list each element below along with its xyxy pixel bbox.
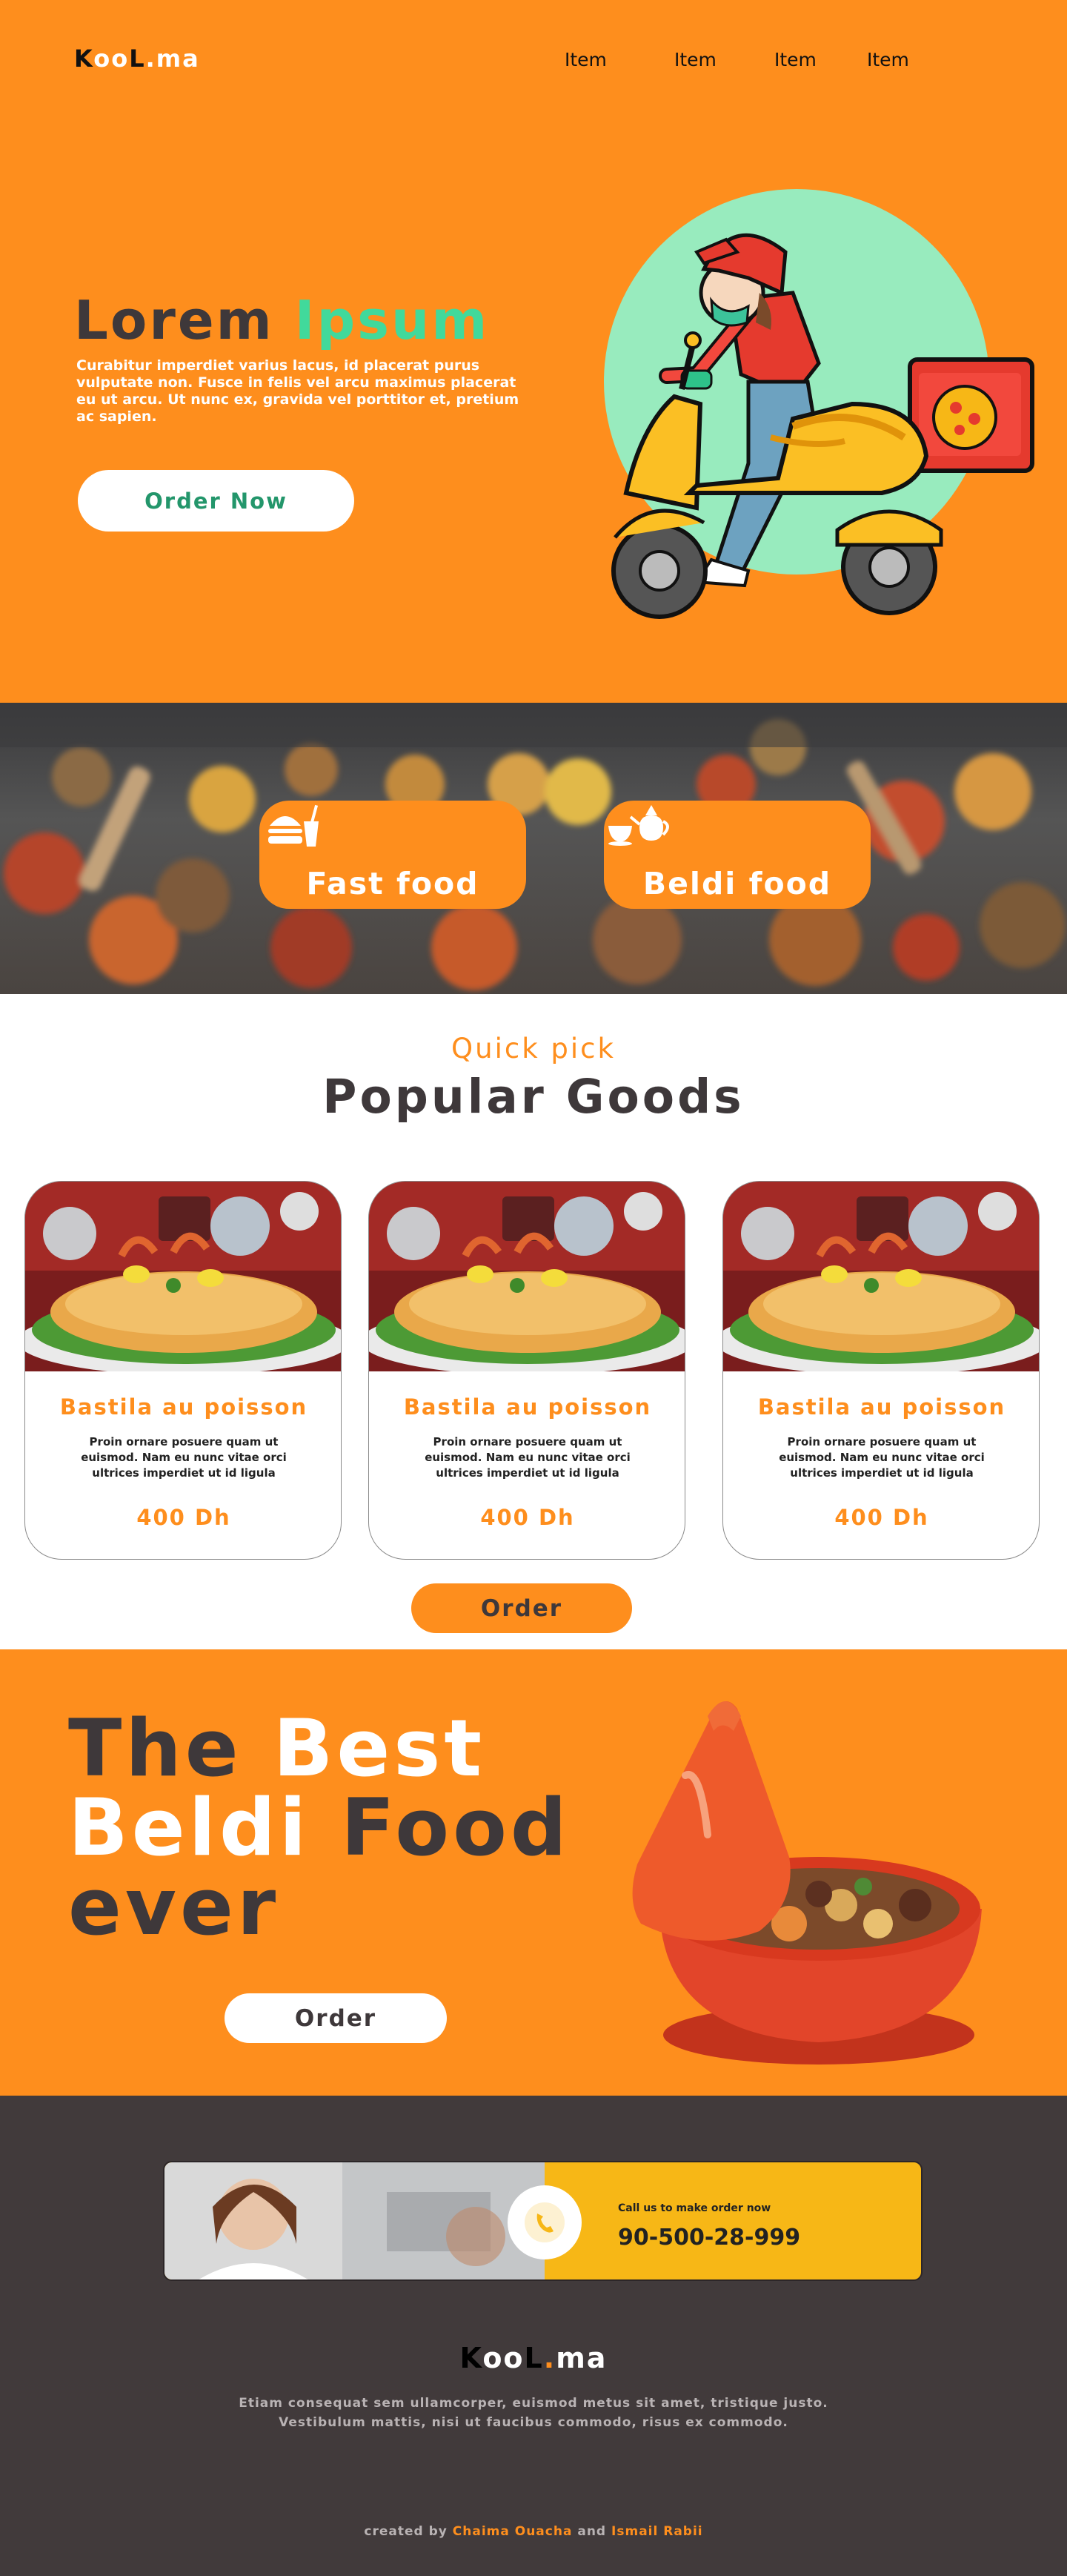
- product-card[interactable]: Bastila au poisson Proin ornare posuere …: [722, 1181, 1040, 1560]
- nav-item-4[interactable]: Item: [867, 49, 909, 70]
- nav-item-1[interactable]: Item: [565, 49, 607, 70]
- bastila-photo: [25, 1182, 341, 1371]
- nav-item-3[interactable]: Item: [774, 49, 817, 70]
- tajine-image: [632, 1701, 982, 2065]
- footer-description: Etiam consequat sem ullamcorper, euismod…: [239, 2396, 828, 2430]
- author-link[interactable]: Chaima Ouacha: [453, 2524, 573, 2539]
- top-nav: Item Item Item Item: [563, 49, 948, 74]
- best-beldi-section: The Best Beldi Food ever Order: [0, 1649, 1067, 2096]
- best-title: The Best Beldi Food ever: [68, 1703, 571, 1953]
- bastila-photo: [369, 1182, 685, 1371]
- credits: created by Chaima Ouacha and Ismail Rabi…: [364, 2524, 703, 2539]
- section-title: Popular Goods: [322, 1070, 745, 1124]
- section-kicker: Quick pick: [451, 1033, 616, 1064]
- phone-icon: [525, 2202, 565, 2242]
- product-card[interactable]: Bastila au poisson Proin ornare posuere …: [368, 1181, 685, 1560]
- hero-section: KooL.ma Item Item Item Item Lorem Ipsum …: [0, 0, 1067, 703]
- site-logo[interactable]: KooL.ma: [74, 44, 200, 73]
- phone-number[interactable]: 90-500-28-999: [618, 2225, 800, 2251]
- order-beldi-button[interactable]: Order: [225, 1993, 447, 2043]
- footer: Call us to make order now 90-500-28-999 …: [0, 2096, 1067, 2576]
- product-description: Proin ornare posuere quam ut euismod. Na…: [779, 1435, 985, 1480]
- call-caption: Call us to make order now: [618, 2202, 771, 2214]
- product-price: 400 Dh: [480, 1505, 575, 1530]
- product-name: Bastila au poisson: [59, 1394, 308, 1420]
- burger-drink-icon: [268, 804, 319, 847]
- product-name: Bastila au poisson: [403, 1394, 652, 1420]
- order-now-button[interactable]: Order Now: [78, 470, 354, 532]
- author-link[interactable]: Ismail Rabii: [611, 2524, 703, 2539]
- product-description: Proin ornare posuere quam ut euismod. Na…: [425, 1435, 631, 1480]
- category-fast-food-button[interactable]: Fast food: [259, 801, 526, 909]
- product-card[interactable]: Bastila au poisson Proin ornare posuere …: [24, 1181, 342, 1560]
- nav-item-2[interactable]: Item: [674, 49, 717, 70]
- delivery-scooter-illustration: [604, 189, 1034, 619]
- popular-goods-section: Quick pick Popular Goods Bastila au pois…: [0, 994, 1067, 1649]
- call-banner[interactable]: Call us to make order now 90-500-28-999: [163, 2161, 923, 2281]
- spices-background-image: [0, 703, 1067, 990]
- product-description: Proin ornare posuere quam ut euismod. Na…: [81, 1435, 287, 1480]
- support-agent-photo: [164, 2162, 545, 2279]
- category-beldi-food-label: Beldi food: [642, 866, 832, 901]
- teapot-icon: [608, 805, 669, 846]
- product-price: 400 Dh: [136, 1505, 231, 1530]
- category-beldi-food-button[interactable]: Beldi food: [604, 801, 871, 909]
- product-price: 400 Dh: [834, 1505, 929, 1530]
- phone-button[interactable]: [508, 2185, 582, 2259]
- category-fast-food-label: Fast food: [306, 866, 479, 901]
- footer-logo[interactable]: KooL.ma: [0, 2342, 1067, 2374]
- bastila-photo: [723, 1182, 1039, 1371]
- order-button[interactable]: Order: [411, 1583, 632, 1633]
- hero-title: Lorem Ipsum: [74, 289, 490, 351]
- categories-section: Fast food Beldi food: [0, 703, 1067, 994]
- hero-text: Curabitur imperdiet varius lacus, id pla…: [76, 357, 519, 425]
- product-name: Bastila au poisson: [757, 1394, 1006, 1420]
